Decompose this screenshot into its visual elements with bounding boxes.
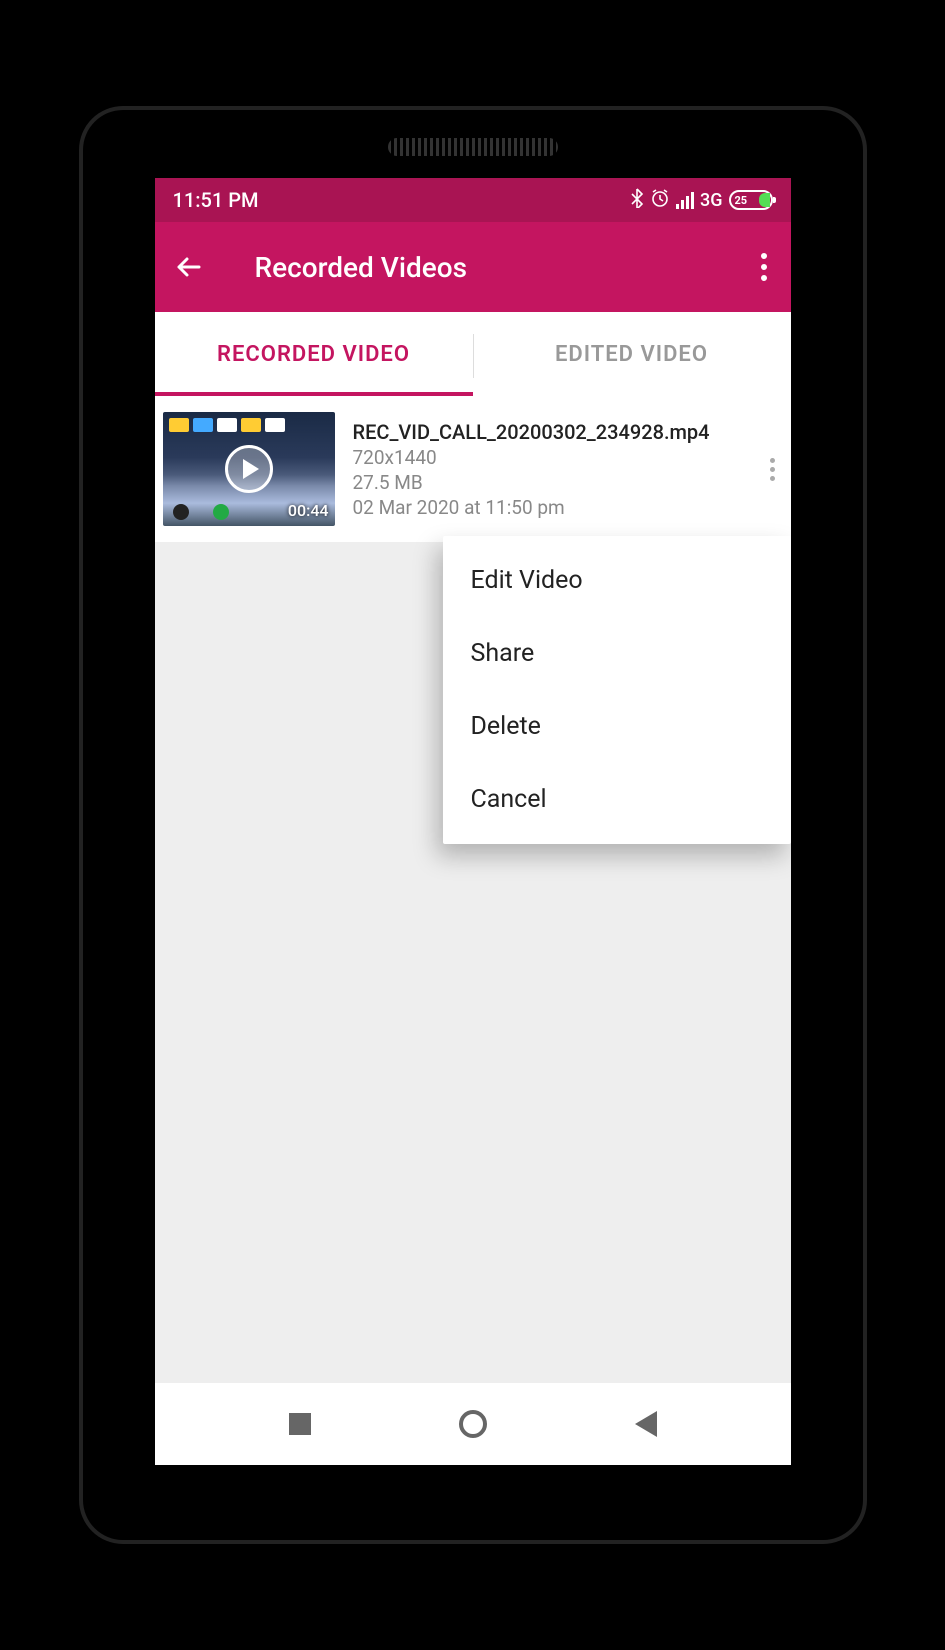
phone-speaker [388, 138, 558, 156]
status-time: 11:51 PM [173, 188, 259, 212]
content-area: 00:44 REC_VID_CALL_20200302_234928.mp4 7… [155, 396, 791, 1383]
video-thumbnail[interactable]: 00:44 [163, 412, 335, 526]
video-info: REC_VID_CALL_20200302_234928.mp4 720x144… [353, 420, 760, 519]
item-more-button[interactable] [760, 448, 785, 491]
menu-delete[interactable]: Delete [443, 690, 791, 763]
play-icon [225, 445, 273, 493]
more-options-button[interactable] [751, 243, 777, 291]
back-button[interactable] [169, 247, 209, 287]
tab-edited-video[interactable]: EDITED VIDEO [473, 312, 791, 396]
screen: 11:51 PM 3G 25 [155, 178, 791, 1465]
nav-home-button[interactable] [459, 1410, 487, 1438]
page-title: Recorded Videos [255, 251, 468, 284]
video-filename: REC_VID_CALL_20200302_234928.mp4 [353, 420, 760, 444]
menu-edit-video[interactable]: Edit Video [443, 544, 791, 617]
video-resolution: 720x1440 [353, 446, 760, 469]
video-datetime: 02 Mar 2020 at 11:50 pm [353, 496, 760, 519]
video-size: 27.5 MB [353, 471, 760, 494]
network-label: 3G [700, 190, 723, 211]
app-bar: Recorded Videos [155, 222, 791, 312]
video-list-item[interactable]: 00:44 REC_VID_CALL_20200302_234928.mp4 7… [155, 396, 791, 542]
signal-icon [676, 192, 694, 209]
android-nav-bar [155, 1383, 791, 1465]
alarm-icon [650, 188, 670, 213]
status-right: 3G 25 [630, 188, 773, 213]
nav-back-button[interactable] [635, 1411, 657, 1437]
nav-recents-button[interactable] [289, 1413, 311, 1435]
tabs: RECORDED VIDEO EDITED VIDEO [155, 312, 791, 396]
menu-share[interactable]: Share [443, 617, 791, 690]
battery-percent: 25 [735, 194, 748, 207]
bluetooth-icon [630, 188, 644, 213]
phone-frame: 11:51 PM 3G 25 [83, 110, 863, 1540]
battery-icon: 25 [729, 190, 773, 210]
context-menu: Edit Video Share Delete Cancel [443, 536, 791, 844]
menu-cancel[interactable]: Cancel [443, 763, 791, 836]
video-duration: 00:44 [288, 501, 329, 520]
status-bar: 11:51 PM 3G 25 [155, 178, 791, 222]
tab-recorded-video[interactable]: RECORDED VIDEO [155, 312, 473, 396]
